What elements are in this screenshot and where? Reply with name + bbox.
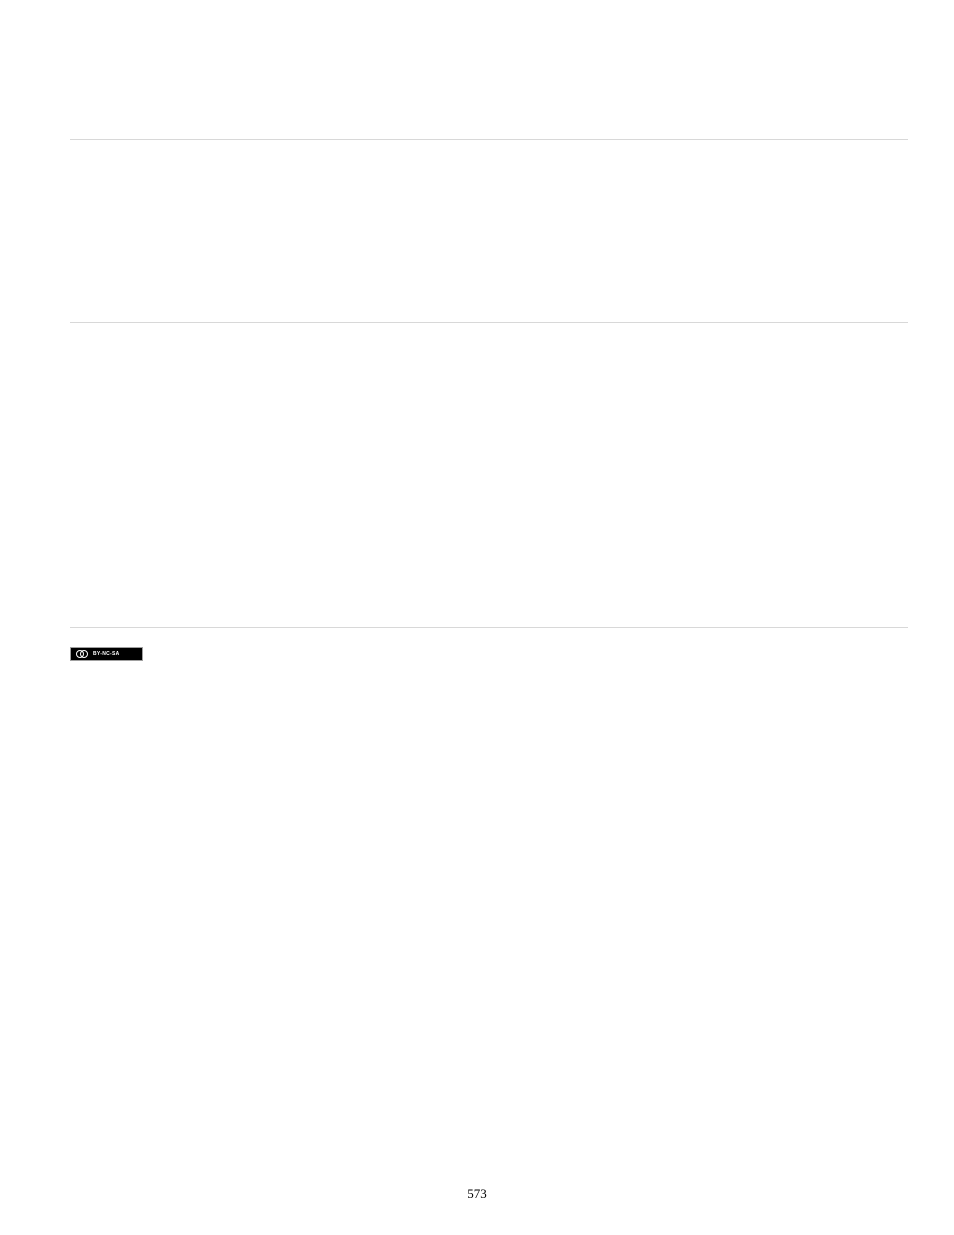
cc-license-badge: BY-NC-SA [70,647,143,661]
horizontal-rule [70,322,908,323]
cc-logo-icon [71,648,91,660]
page-number: 573 [0,1186,954,1202]
horizontal-rule [70,139,908,140]
horizontal-rule [70,627,908,628]
cc-license-text: BY-NC-SA [93,651,120,657]
